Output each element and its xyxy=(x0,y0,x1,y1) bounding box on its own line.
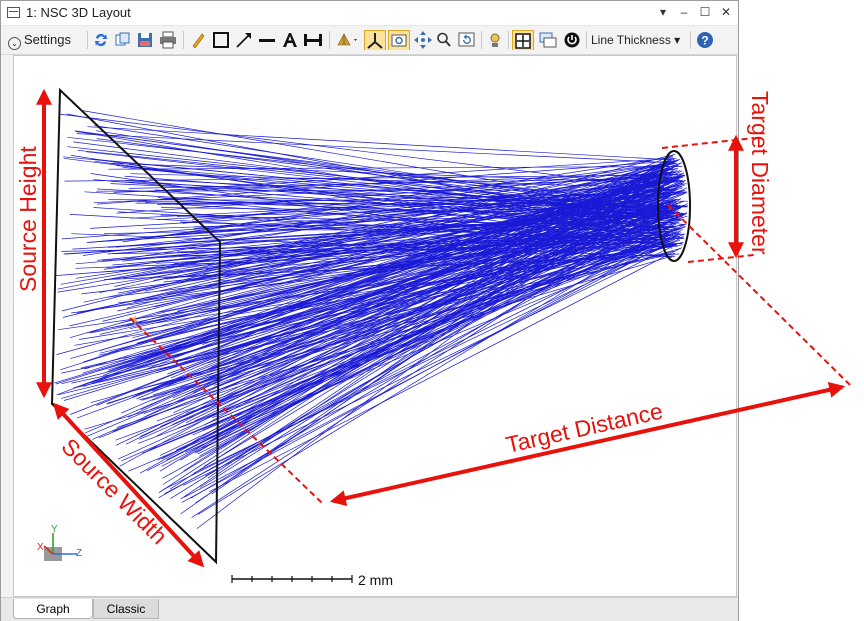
toolbar-separator xyxy=(508,31,509,49)
toolbar-separator xyxy=(481,31,482,49)
line-icon[interactable] xyxy=(257,30,277,50)
chevron-down-icon: ⌄ xyxy=(8,37,21,50)
print-icon[interactable] xyxy=(158,30,178,50)
copy-icon[interactable] xyxy=(114,30,132,50)
window-title: 1: NSC 3D Layout xyxy=(26,5,131,20)
text-icon[interactable] xyxy=(280,30,300,50)
rotate-view-dropdown-icon[interactable] xyxy=(334,30,360,50)
help-glyph: ? xyxy=(701,34,708,48)
window-layout-icon[interactable] xyxy=(538,30,558,50)
arrow-icon[interactable] xyxy=(234,30,254,50)
window-menu-dropdown[interactable]: ▾ xyxy=(654,3,672,21)
tab-classic[interactable]: Classic xyxy=(93,599,159,619)
x-axis-label: X xyxy=(37,542,44,553)
tab-bar: Graph Classic xyxy=(1,597,738,621)
tab-graph[interactable]: Graph xyxy=(13,599,93,619)
dimension-icon[interactable] xyxy=(302,30,324,50)
ray-traces xyxy=(54,110,689,529)
settings-label: Settings xyxy=(24,32,71,47)
refresh-icon[interactable] xyxy=(92,30,110,50)
toolbar-separator xyxy=(183,31,184,49)
save-icon[interactable] xyxy=(136,30,154,50)
toolbar-separator xyxy=(329,31,330,49)
title-bar[interactable]: 1: NSC 3D Layout ▾ – ☐ ✕ xyxy=(1,1,738,26)
toolbar-separator xyxy=(87,31,88,49)
axes-toggle-icon[interactable] xyxy=(364,30,386,50)
pencil-icon[interactable] xyxy=(189,30,207,50)
minimize-button[interactable]: – xyxy=(675,3,693,21)
maximize-button[interactable]: ☐ xyxy=(696,3,714,21)
nsc-3d-layout-window: 1: NSC 3D Layout ▾ – ☐ ✕ ⌄ Settings Line… xyxy=(0,0,739,621)
toolbar-separator xyxy=(690,31,691,49)
ray-line xyxy=(160,203,675,427)
zoom-icon[interactable] xyxy=(435,30,453,50)
ray-line xyxy=(84,255,674,430)
y-axis-label: Y xyxy=(51,524,58,535)
source-height-label: Source Height xyxy=(15,146,41,292)
window-icon xyxy=(7,7,20,18)
line-thickness-dropdown[interactable]: Line Thickness ▾ xyxy=(591,30,689,50)
close-button[interactable]: ✕ xyxy=(717,3,735,21)
help-icon[interactable]: ? xyxy=(695,30,715,50)
reset-view-icon[interactable] xyxy=(457,30,477,50)
power-icon[interactable] xyxy=(562,30,582,50)
scale-bar-label: 2 mm xyxy=(358,572,393,588)
toolbar: ⌄ Settings Line Thickness ▾ ? xyxy=(1,26,738,55)
select-region-icon[interactable] xyxy=(512,30,534,50)
target-diameter-label: Target Diameter xyxy=(747,91,773,255)
pan-icon[interactable] xyxy=(413,30,433,50)
settings-button[interactable]: ⌄ Settings xyxy=(5,30,85,50)
toolbar-separator xyxy=(586,31,587,49)
fit-to-window-icon[interactable] xyxy=(388,30,410,50)
lamp-icon[interactable] xyxy=(486,30,504,50)
scale-bar: 2 mm xyxy=(231,572,393,588)
rectangle-icon[interactable] xyxy=(211,30,231,50)
axis-triad: Y Z X xyxy=(37,524,82,561)
z-axis-label: Z xyxy=(76,548,82,559)
